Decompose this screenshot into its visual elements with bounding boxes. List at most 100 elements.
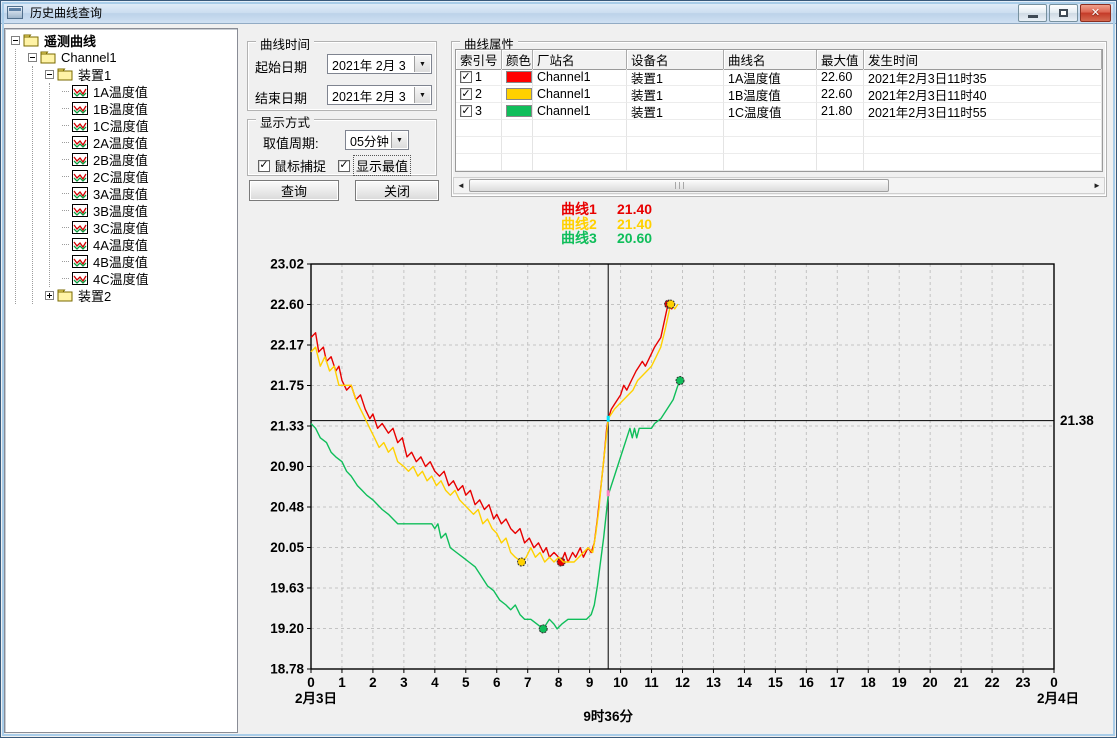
tree-item-3B温度值[interactable]: 3B温度值 — [62, 202, 237, 219]
row-checkbox[interactable]: ✓ — [460, 71, 472, 83]
svg-text:20: 20 — [923, 675, 938, 690]
table-horizontal-scrollbar[interactable]: ◄ ► — [453, 177, 1105, 194]
series-曲线2 — [311, 304, 678, 562]
period-label: 取值周期: — [263, 133, 319, 152]
row-max-cell: 22.60 — [817, 86, 864, 103]
start-date-label: 起始日期 — [255, 57, 307, 76]
svg-text:5: 5 — [462, 675, 470, 690]
svg-text:20.05: 20.05 — [270, 540, 304, 555]
curve-icon — [72, 238, 88, 251]
scrollbar-thumb[interactable] — [469, 179, 889, 192]
table-header-厂站名[interactable]: 厂站名 — [533, 50, 627, 70]
table-header-索引号[interactable]: 索引号 — [456, 50, 502, 70]
minimize-button[interactable] — [1018, 4, 1047, 22]
svg-text:23: 23 — [1016, 675, 1032, 690]
svg-text:9: 9 — [586, 675, 594, 690]
row-checkbox[interactable]: ✓ — [460, 88, 472, 100]
query-button[interactable]: 查询 — [249, 180, 339, 201]
tree-item-装置2[interactable]: 装置2 — [45, 287, 237, 304]
tree-item-装置1[interactable]: 装置1 — [45, 66, 237, 83]
tree-item-3A温度值[interactable]: 3A温度值 — [62, 185, 237, 202]
svg-text:19: 19 — [892, 675, 907, 690]
curve-properties-table[interactable]: 索引号颜色厂站名设备名曲线名最大值发生时间✓1Channel1装置11A温度值2… — [455, 49, 1103, 172]
restore-icon — [1059, 9, 1068, 17]
period-combo[interactable]: 05分钟 ▼ — [345, 130, 409, 150]
legend-curve-name: 曲线1 — [561, 202, 617, 217]
end-date-combo[interactable]: 2021年 2月 3 ▼ — [327, 85, 432, 105]
tree-children: Channel1装置11A温度值1B温度值1C温度值2A温度值2B温度值2C温度… — [15, 49, 237, 304]
table-row[interactable]: ✓3Channel1装置11C温度值21.802021年2月3日11时55 — [456, 103, 1102, 120]
tree-item-2A温度值[interactable]: 2A温度值 — [62, 134, 237, 151]
tree-item-label: 装置2 — [76, 286, 113, 305]
svg-text:17: 17 — [830, 675, 845, 690]
table-header-颜色[interactable]: 颜色 — [502, 50, 533, 70]
period-dropdown-arrow-icon[interactable]: ▼ — [391, 132, 407, 148]
minimize-icon — [1028, 15, 1038, 18]
row-checkbox[interactable]: ✓ — [460, 105, 472, 117]
svg-text:20.48: 20.48 — [270, 500, 304, 515]
tree-connector — [62, 261, 69, 262]
table-empty-row — [456, 154, 1102, 171]
table-row[interactable]: ✓2Channel1装置11B温度值22.602021年2月3日11时40 — [456, 86, 1102, 103]
crosshair-intersection-marker — [607, 490, 610, 496]
tree-expander-icon[interactable] — [11, 36, 20, 45]
tree-item-3C温度值[interactable]: 3C温度值 — [62, 219, 237, 236]
end-date-dropdown-arrow-icon[interactable]: ▼ — [414, 87, 430, 103]
table-header-发生时间[interactable]: 发生时间 — [864, 50, 1102, 70]
table-row[interactable]: ✓1Channel1装置11A温度值22.602021年2月3日11时35 — [456, 69, 1102, 86]
tree-item-4A温度值[interactable]: 4A温度值 — [62, 236, 237, 253]
curve-icon — [72, 187, 88, 200]
table-header-曲线名[interactable]: 曲线名 — [724, 50, 817, 70]
tree-connector — [62, 278, 69, 279]
close-button[interactable]: ✕ — [1080, 4, 1111, 22]
scroll-right-arrow-icon[interactable]: ► — [1090, 178, 1104, 193]
svg-text:2: 2 — [369, 675, 377, 690]
row-index-cell[interactable]: ✓1 — [456, 69, 502, 86]
tree-item-1C温度值[interactable]: 1C温度值 — [62, 117, 237, 134]
history-curve-query-window: 历史曲线查询 ✕ 遥测曲线Channel1装置11A温度值1B温度值1C温度值2… — [0, 0, 1117, 738]
restore-button[interactable] — [1049, 4, 1078, 22]
start-date-dropdown-arrow-icon[interactable]: ▼ — [414, 56, 430, 72]
scroll-left-arrow-icon[interactable]: ◄ — [454, 178, 468, 193]
tree-item-1A温度值[interactable]: 1A温度值 — [62, 83, 237, 100]
tree-expander-icon[interactable] — [28, 53, 37, 62]
legend-row-曲线2: 曲线221.40 — [561, 217, 652, 232]
row-time-cell: 2021年2月3日11时55 — [864, 103, 1102, 120]
close-dialog-button[interactable]: 关闭 — [355, 180, 439, 201]
tree-expander-icon[interactable] — [45, 291, 54, 300]
tree-item-遥测曲线[interactable]: 遥测曲线 — [11, 32, 237, 49]
row-index-cell[interactable]: ✓2 — [456, 86, 502, 103]
history-curve-chart[interactable]: 18.7819.2019.6320.0520.4820.9021.3321.75… — [254, 249, 1117, 737]
tree-item-1B温度值[interactable]: 1B温度值 — [62, 100, 237, 117]
curve-color-swatch — [506, 71, 532, 83]
show-extremes-checkbox[interactable]: ✓ — [338, 160, 350, 172]
telemetry-curve-tree[interactable]: 遥测曲线Channel1装置11A温度值1B温度值1C温度值2A温度值2B温度值… — [4, 28, 238, 733]
tree-connector — [62, 108, 69, 109]
row-index-cell[interactable]: ✓3 — [456, 103, 502, 120]
tree-item-Channel1[interactable]: Channel1 — [28, 49, 237, 66]
start-date-combo[interactable]: 2021年 2月 3 ▼ — [327, 54, 432, 74]
tree-item-2B温度值[interactable]: 2B温度值 — [62, 151, 237, 168]
max-marker-曲线2 — [667, 300, 675, 308]
legend-curve-name: 曲线3 — [561, 231, 617, 246]
crosshair-time-label: 9时36分 — [583, 708, 633, 724]
row-station-cell: Channel1 — [533, 69, 627, 86]
svg-text:18.78: 18.78 — [270, 662, 304, 677]
start-date-value: 2021年 2月 3 — [332, 55, 406, 74]
tree-connector — [62, 159, 69, 160]
mouse-capture-option[interactable]: ✓ 鼠标捕捉 — [258, 156, 326, 175]
min-marker-曲线3 — [539, 625, 547, 633]
tree-expander-icon[interactable] — [45, 70, 54, 79]
tree-item-4B温度值[interactable]: 4B温度值 — [62, 253, 237, 270]
svg-text:0: 0 — [1050, 675, 1058, 690]
svg-text:0: 0 — [307, 675, 315, 690]
show-extremes-option[interactable]: ✓ 显示最值 — [338, 156, 410, 175]
mouse-capture-checkbox[interactable]: ✓ — [258, 160, 270, 172]
tree-item-4C温度值[interactable]: 4C温度值 — [62, 270, 237, 287]
folder-icon — [23, 34, 39, 47]
table-header-设备名[interactable]: 设备名 — [627, 50, 724, 70]
table-header-最大值[interactable]: 最大值 — [817, 50, 864, 70]
row-color-cell — [502, 69, 533, 86]
curve-icon — [72, 85, 88, 98]
tree-item-2C温度值[interactable]: 2C温度值 — [62, 168, 237, 185]
